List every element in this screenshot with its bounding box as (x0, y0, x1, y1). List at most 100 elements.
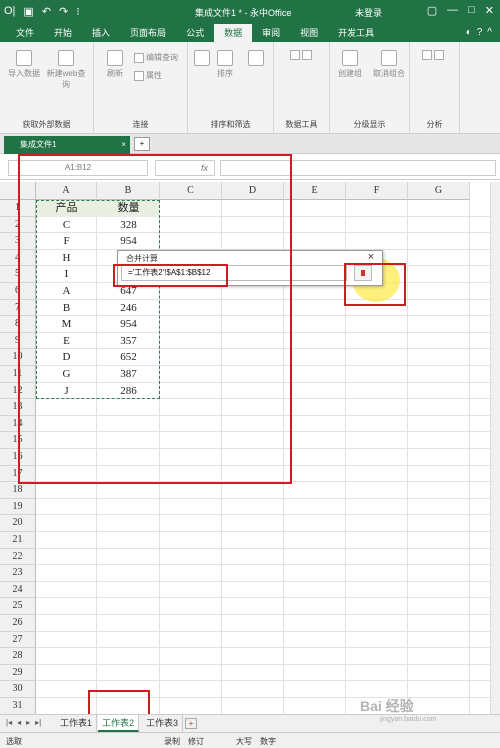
gridline-horizontal (36, 663, 492, 665)
tab-developer[interactable]: 开发工具 (328, 24, 384, 42)
watermark-logo: Bai 经验 (360, 698, 414, 714)
group-label: 获取外部数据 (22, 120, 71, 129)
gridline-horizontal (36, 630, 492, 632)
filter-button[interactable] (242, 50, 270, 68)
group-label: 连接 (132, 120, 149, 129)
sort-asc-icon (194, 50, 210, 66)
prev-sheet-icon[interactable]: ◂ (17, 718, 21, 727)
row-header-25[interactable]: 25 (0, 598, 36, 615)
ribbon-tabs: 文件 开始 插入 页面布局 公式 数据 审阅 视图 开发工具 ◐ ? ^ (0, 24, 500, 42)
last-sheet-icon[interactable]: ▸| (35, 718, 41, 727)
ribbon-display-icon[interactable]: ▢ (427, 4, 437, 17)
row-header-18[interactable]: 18 (0, 482, 36, 499)
tab-page-layout[interactable]: 页面布局 (120, 24, 176, 42)
row-header-19[interactable]: 19 (0, 498, 36, 516)
minimize-icon[interactable]: — (447, 4, 458, 17)
close-document-icon[interactable]: × (121, 136, 126, 154)
status-record[interactable]: 录制 (164, 736, 180, 747)
tab-insert[interactable]: 插入 (82, 24, 120, 42)
group-label: 排序和筛选 (210, 120, 251, 129)
gridline-horizontal (36, 647, 492, 649)
status-mode: 选取 (6, 737, 22, 746)
undo-icon[interactable]: ↶ (42, 5, 51, 18)
save-icon[interactable]: ▣ (23, 5, 33, 18)
tab-home[interactable]: 开始 (44, 24, 82, 42)
edit-query-icon (134, 52, 144, 63)
sheet-tab-2[interactable]: 工作表2 (98, 715, 140, 732)
sheet-nav: |◂ ◂ ▸ ▸| (6, 718, 41, 727)
group-outline: 创建组 取消组合 分级显示 (330, 42, 410, 134)
ribbon-body: 导入数据 新建web查询 获取外部数据 刷新 编辑查询 属性 连接 排序 排序和… (0, 42, 500, 134)
group-label: 分级显示 (353, 120, 386, 129)
tab-data[interactable]: 数据 (214, 24, 253, 42)
annotation-box-collapse-button (344, 263, 406, 306)
annotation-box-data-range (18, 154, 292, 484)
row-header-22[interactable]: 22 (0, 548, 36, 566)
row-header-27[interactable]: 27 (0, 631, 36, 649)
gridline-horizontal (36, 531, 492, 532)
row-header-24[interactable]: 24 (0, 581, 36, 599)
dialog-close-icon[interactable]: × (368, 251, 374, 263)
row-header-21[interactable]: 21 (0, 532, 36, 549)
new-document-icon[interactable]: + (134, 137, 150, 151)
column-header-f[interactable]: F (346, 182, 408, 200)
app-logo-icon: O| (4, 5, 16, 17)
gridline-horizontal (36, 614, 492, 615)
login-status[interactable]: 未登录 (355, 6, 382, 19)
customize-icon[interactable]: ⁝ (76, 5, 80, 18)
column-header-e[interactable]: E (284, 182, 346, 200)
add-sheet-icon[interactable]: + (185, 718, 197, 729)
row-header-20[interactable]: 20 (0, 515, 36, 532)
group-data-tools: 数据工具 (274, 42, 330, 134)
ribbon-right-icons: ◐ ? ^ (466, 27, 492, 38)
maximize-icon[interactable]: □ (468, 4, 475, 17)
status-revision[interactable]: 修订 (188, 736, 204, 747)
row-header-28[interactable]: 28 (0, 648, 36, 665)
row-header-29[interactable]: 29 (0, 664, 36, 682)
gridline-horizontal (36, 514, 492, 516)
row-header-23[interactable]: 23 (0, 565, 36, 582)
sheet-tab-1[interactable]: 工作表1 (56, 715, 98, 732)
window-controls: ▢ — □ ✕ (427, 4, 494, 17)
close-icon[interactable]: ✕ (485, 4, 494, 17)
tab-file[interactable]: 文件 (6, 24, 44, 42)
document-tab[interactable]: 集成文件1 × (4, 136, 130, 154)
data-tools-buttons[interactable] (278, 50, 326, 60)
skin-icon[interactable]: ◐ (466, 27, 472, 38)
first-sheet-icon[interactable]: |◂ (6, 718, 12, 727)
new-web-query-button[interactable]: 新建web查询 (46, 50, 86, 90)
properties-icon (134, 70, 144, 81)
tab-review[interactable]: 审阅 (252, 24, 290, 42)
gridline-horizontal (36, 580, 492, 582)
text-to-columns-icon (290, 50, 300, 60)
row-header-31[interactable]: 31 (0, 698, 36, 714)
edit-query-button[interactable]: 编辑查询 (134, 52, 186, 63)
group-button[interactable]: 创建组 (332, 50, 368, 79)
ungroup-button[interactable]: 取消组合 (370, 50, 408, 79)
group-icon (342, 50, 358, 66)
gridline-horizontal (36, 547, 492, 549)
status-caps: 大写 (236, 737, 252, 746)
column-header-g[interactable]: G (408, 182, 470, 200)
filter-icon (248, 50, 264, 66)
import-data-button[interactable]: 导入数据 (6, 50, 42, 79)
redo-icon[interactable]: ↷ (59, 5, 68, 18)
annotation-box-reference (113, 264, 228, 287)
sheet-tab-3[interactable]: 工作表3 (142, 715, 184, 732)
refresh-icon (107, 50, 123, 66)
sort-asc-button[interactable] (192, 50, 212, 68)
help-icon[interactable]: ? (477, 27, 483, 38)
properties-button[interactable]: 属性 (134, 70, 186, 81)
row-header-30[interactable]: 30 (0, 681, 36, 698)
remove-duplicates-icon (302, 50, 312, 60)
analysis-buttons[interactable] (414, 50, 454, 60)
refresh-button[interactable]: 刷新 (100, 50, 130, 79)
tab-formulas[interactable]: 公式 (176, 24, 214, 42)
row-header-26[interactable]: 26 (0, 615, 36, 632)
sort-button[interactable]: 排序 (212, 50, 238, 79)
next-sheet-icon[interactable]: ▸ (26, 718, 30, 727)
tab-view[interactable]: 视图 (290, 24, 328, 42)
group-connections: 刷新 编辑查询 属性 连接 (94, 42, 188, 134)
solver-icon (434, 50, 444, 60)
collapse-ribbon-icon[interactable]: ^ (487, 27, 492, 38)
